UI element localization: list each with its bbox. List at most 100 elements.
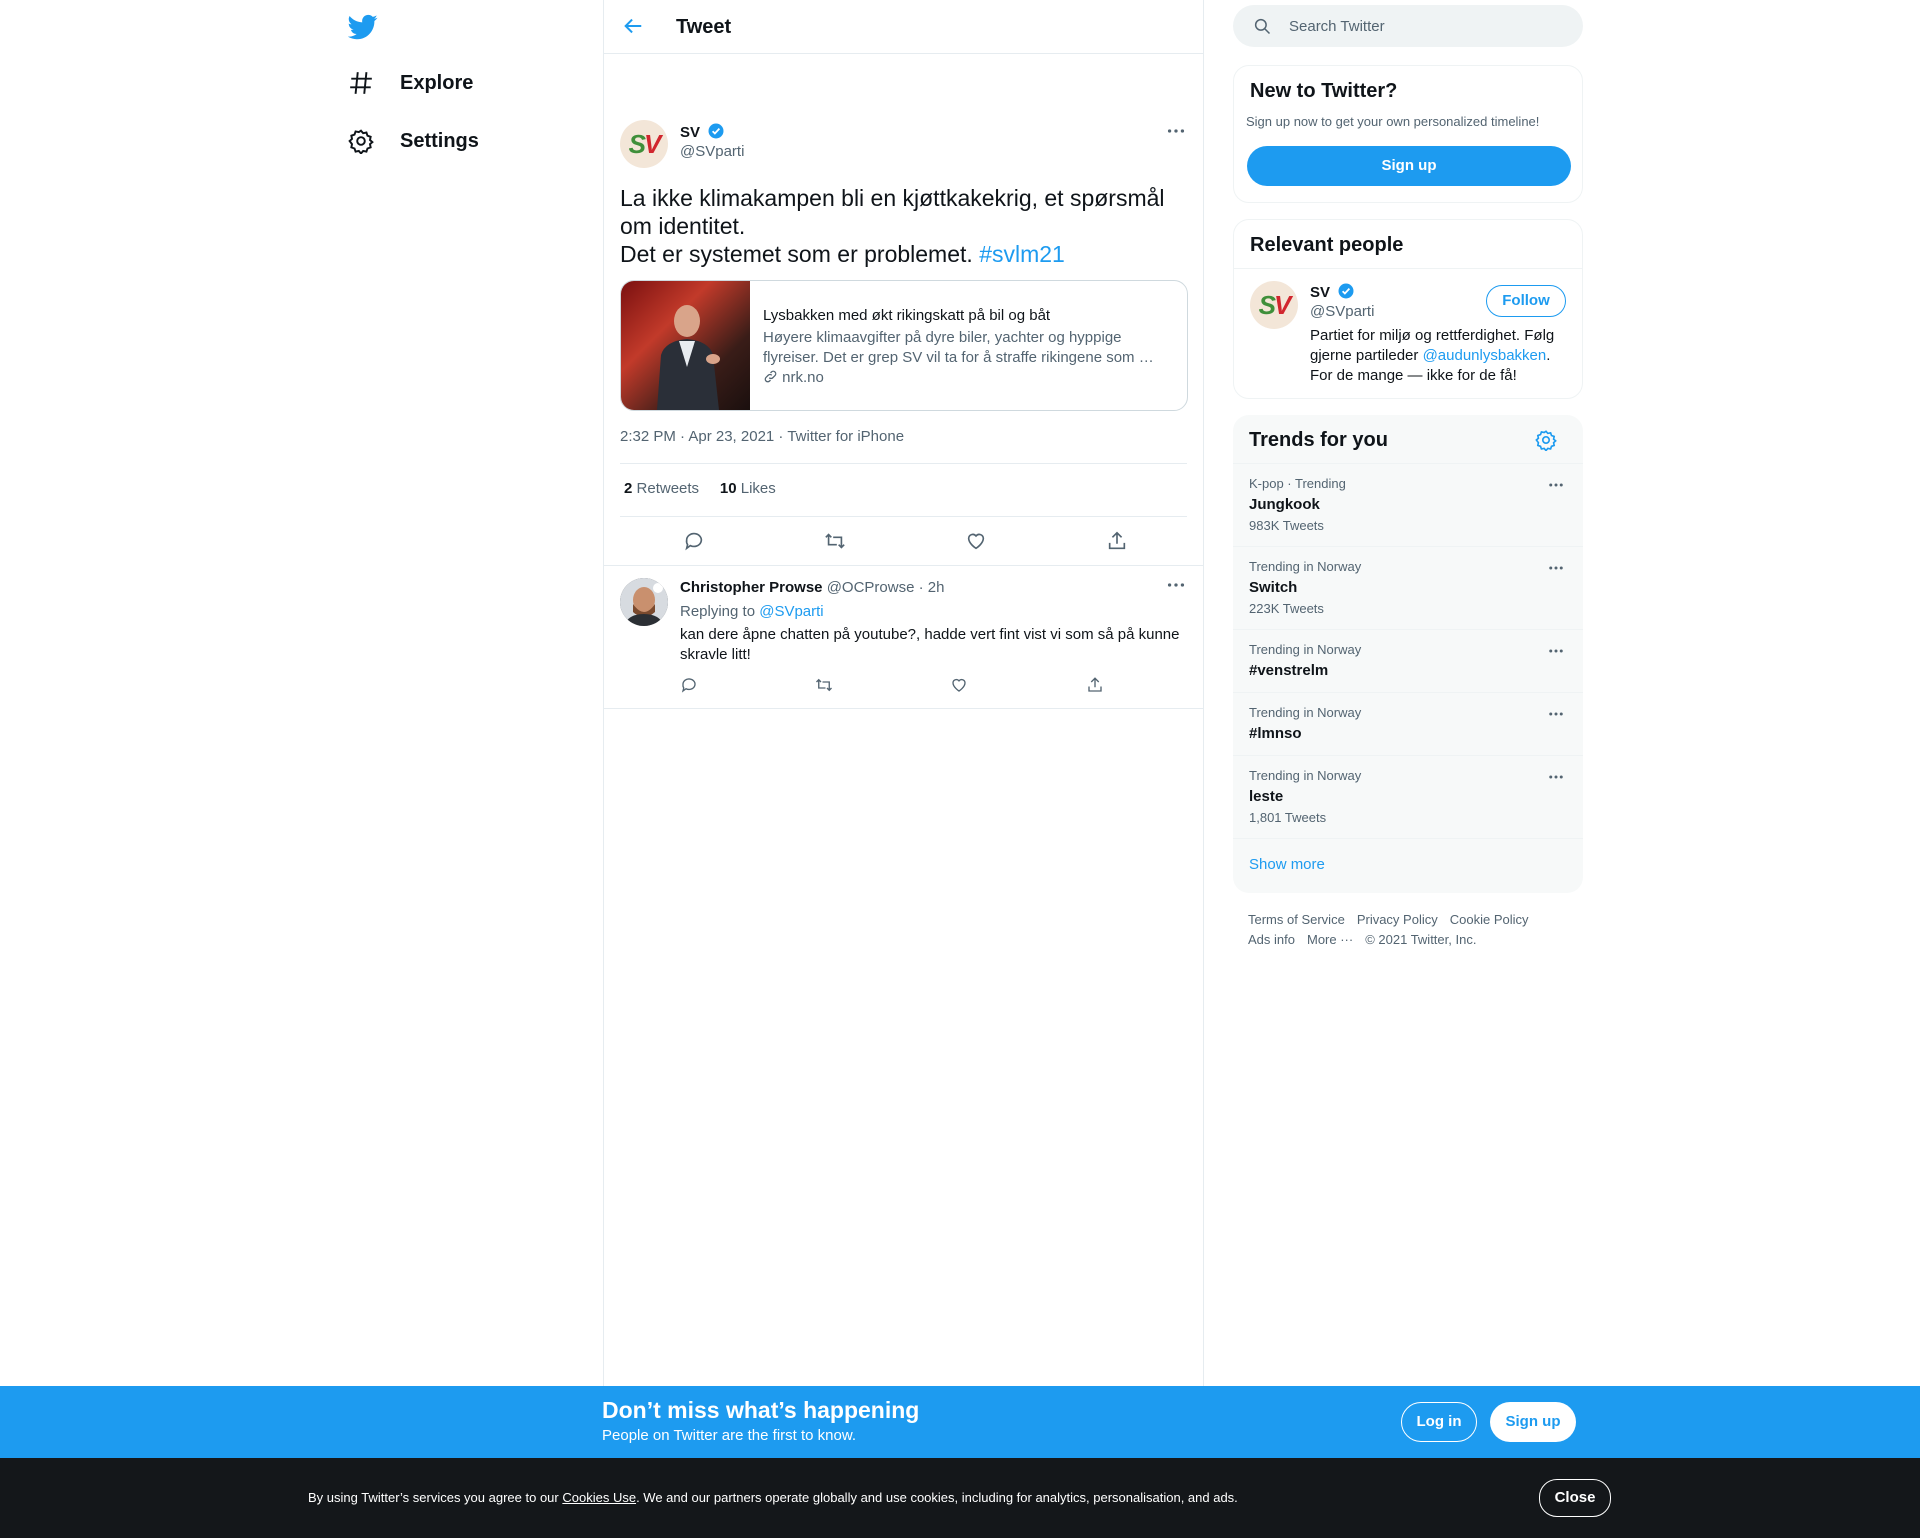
cookie-text-start: By using Twitter’s services you agree to… <box>308 1490 563 1505</box>
tweet-author[interactable]: SV <box>680 122 725 142</box>
trends-settings-gear-icon[interactable] <box>1535 429 1557 452</box>
replying-prefix: Replying to <box>680 603 760 620</box>
link-card[interactable]: Lysbakken med økt rikingskatt på bil og … <box>620 280 1188 411</box>
trend-item[interactable]: Trending in Norway #venstrelm <box>1233 629 1583 693</box>
relevant-name: SV <box>1310 284 1331 301</box>
banner-sign-up-button[interactable]: Sign up <box>1490 1402 1576 1442</box>
reply-time[interactable]: · 2h <box>919 579 945 596</box>
trend-more-icon[interactable] <box>1547 476 1565 494</box>
show-more-link[interactable]: Show more <box>1249 856 1325 873</box>
tweet-header: Tweet <box>604 0 1203 54</box>
trend-item[interactable]: Trending in Norway leste 1,801 Tweets <box>1233 755 1583 839</box>
reply-author-handle[interactable]: @OCProwse <box>827 579 915 596</box>
trend-item[interactable]: K-pop · Trending Jungkook 983K Tweets <box>1233 463 1583 547</box>
search-box[interactable]: Search Twitter <box>1233 5 1583 47</box>
retweets-stat[interactable]: 2 Retweets <box>624 480 699 497</box>
retweets-count: 2 <box>624 480 633 497</box>
avatar[interactable]: SV <box>620 120 668 168</box>
trend-item[interactable]: Trending in Norway #lmnso <box>1233 692 1583 756</box>
trend-context: Trending in Norway <box>1249 768 1362 783</box>
verified-badge-icon <box>1337 282 1355 300</box>
author-handle[interactable]: @SVparti <box>680 143 744 160</box>
relevant-bio-slogan: For de mange — ikke for de få! <box>1310 367 1517 384</box>
tweet-text-line1: La ikke klimakampen bli en kjøttkakekrig… <box>620 185 1165 239</box>
banner-subtitle: People on Twitter are the first to know. <box>602 1427 857 1444</box>
back-arrow-icon[interactable] <box>622 15 644 37</box>
relevant-name-row[interactable]: SV <box>1310 282 1355 302</box>
cookie-close-button[interactable]: Close <box>1539 1479 1611 1517</box>
tweet-text: La ikke klimakampen bli en kjøttkakekrig… <box>620 184 1186 268</box>
cookie-text: By using Twitter’s services you agree to… <box>308 1490 1238 1505</box>
reply-tweet[interactable]: Christopher Prowse @OCProwse · 2h Replyi… <box>604 565 1203 709</box>
cookies-use-link[interactable]: Cookies Use <box>562 1490 636 1505</box>
trend-more-icon[interactable] <box>1547 559 1565 577</box>
trends-panel: Trends for you K-pop · Trending Jungkook… <box>1233 415 1583 893</box>
relevant-handle[interactable]: @SVparti <box>1310 303 1374 320</box>
main-column: Tweet SV SV @SVparti La ikke klimakampen… <box>603 0 1204 1386</box>
footer-cookie[interactable]: Cookie Policy <box>1450 912 1529 927</box>
trend-context: Trending in Norway <box>1249 559 1362 574</box>
trend-item[interactable]: Trending in Norway Switch 223K Tweets <box>1233 546 1583 630</box>
reply-like-heart-icon[interactable] <box>950 676 968 694</box>
divider <box>1234 268 1582 269</box>
likes-stat[interactable]: 10 Likes <box>720 480 776 497</box>
share-icon[interactable] <box>1106 530 1128 552</box>
card-url: nrk.no <box>763 369 824 386</box>
relevant-people-title: Relevant people <box>1250 234 1404 256</box>
more-options-icon[interactable] <box>1165 120 1187 142</box>
tweet-text-line2: Det er systemet som er problemet. #svlm2… <box>620 240 1186 268</box>
bio-mention-link[interactable]: @audunlysbakken <box>1423 347 1547 364</box>
new-to-twitter-subtitle: Sign up now to get your own personalized… <box>1246 114 1540 129</box>
reply-header: Christopher Prowse @OCProwse · 2h <box>680 579 944 596</box>
trends-title: Trends for you <box>1249 429 1388 451</box>
reply-reply-icon[interactable] <box>680 676 698 694</box>
follow-button[interactable]: Follow <box>1486 285 1566 317</box>
author-name: SV <box>680 124 701 141</box>
footer-more[interactable]: More ··· <box>1307 932 1353 947</box>
replying-to-mention[interactable]: @SVparti <box>759 603 823 620</box>
hashtag-link[interactable]: #svlm21 <box>979 241 1065 267</box>
reply-icon[interactable] <box>683 530 705 552</box>
nav-settings[interactable]: Settings <box>346 116 479 166</box>
trend-more-icon[interactable] <box>1547 705 1565 723</box>
page-title: Tweet <box>676 16 732 38</box>
retweets-label: Retweets <box>636 480 700 497</box>
footer: Terms of Service Privacy Policy Cookie Pol… <box>1248 910 1578 950</box>
show-more-row[interactable]: Show more <box>1233 838 1583 894</box>
trend-more-icon[interactable] <box>1547 768 1565 786</box>
relevant-people-panel: Relevant people SV SV @SVparti Follow Pa… <box>1233 219 1583 399</box>
nav-settings-label: Settings <box>400 129 479 152</box>
cookie-text-end: . We and our partners operate globally a… <box>636 1490 1238 1505</box>
replying-to: Replying to @SVparti <box>680 603 824 620</box>
trend-context: Trending in Norway <box>1249 642 1362 657</box>
search-input[interactable]: Search Twitter <box>1289 18 1385 35</box>
cookie-bar: By using Twitter’s services you agree to… <box>0 1458 1920 1538</box>
like-heart-icon[interactable] <box>965 530 987 552</box>
reply-avatar[interactable] <box>620 578 668 626</box>
trend-more-icon[interactable] <box>1547 642 1565 660</box>
reply-retweet-icon[interactable] <box>815 676 833 694</box>
trend-count: 223K Tweets <box>1249 601 1324 616</box>
log-in-button[interactable]: Log in <box>1401 1402 1477 1442</box>
sign-up-button[interactable]: Sign up <box>1247 146 1571 186</box>
link-icon <box>763 369 782 386</box>
retweet-icon[interactable] <box>824 530 846 552</box>
trend-count: 1,801 Tweets <box>1249 810 1327 825</box>
trend-name: #lmnso <box>1249 725 1302 742</box>
likes-count: 10 <box>719 480 737 497</box>
tweet-timestamp[interactable]: 2:32 PM · Apr 23, 2021 · Twitter for iPh… <box>620 428 904 445</box>
relevant-bio-period: . <box>1546 347 1551 364</box>
footer-terms[interactable]: Terms of Service <box>1248 912 1345 927</box>
gear-icon <box>346 126 376 156</box>
nav-explore[interactable]: Explore <box>346 58 473 108</box>
twitter-logo-icon[interactable] <box>347 12 380 42</box>
footer-privacy[interactable]: Privacy Policy <box>1357 912 1438 927</box>
tweet-stats: 2 Retweets 10 Likes <box>624 480 776 497</box>
trend-context: Trending in Norway <box>1249 705 1362 720</box>
reply-more-options-icon[interactable] <box>1165 574 1187 596</box>
reply-author-name[interactable]: Christopher Prowse <box>680 579 823 596</box>
footer-ads[interactable]: Ads info <box>1248 932 1295 947</box>
new-to-twitter-title: New to Twitter? <box>1250 80 1398 102</box>
reply-share-icon[interactable] <box>1086 676 1104 694</box>
relevant-avatar[interactable]: SV <box>1250 281 1298 329</box>
